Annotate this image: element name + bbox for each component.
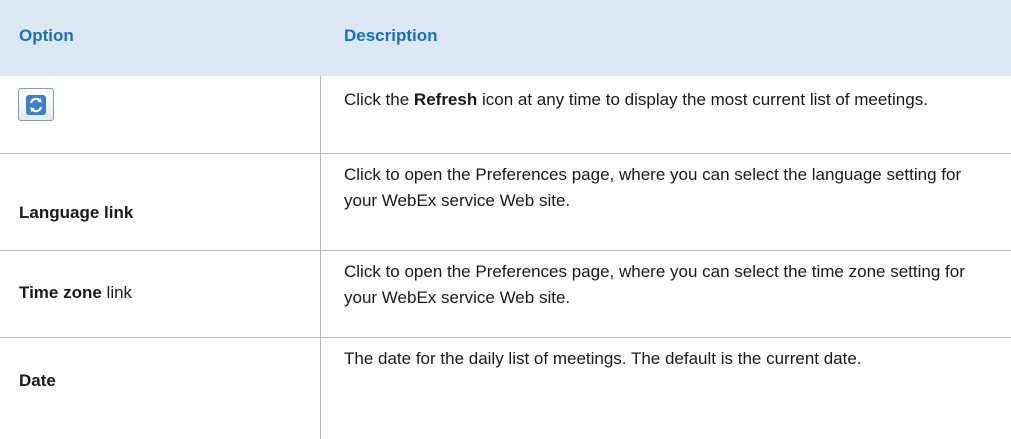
link-word: link	[101, 283, 133, 302]
header-description: Description	[344, 26, 438, 45]
row-description: Click to open the Preferences page, wher…	[344, 262, 965, 307]
row-divider	[0, 337, 1011, 338]
date-label: Date	[19, 371, 56, 390]
refresh-arrows-icon	[26, 94, 46, 115]
language-link-label: Language link	[19, 203, 134, 222]
row-divider	[0, 153, 1011, 154]
row-description: Click to open the Preferences page, wher…	[344, 165, 962, 210]
row-option: Time zone link	[19, 283, 132, 303]
row-divider	[0, 250, 1011, 251]
table-header: Option Description	[0, 0, 1011, 76]
time-zone-label: Time zone	[19, 283, 102, 302]
refresh-icon[interactable]	[18, 88, 54, 121]
row-option: Date	[19, 371, 56, 391]
row-description: The date for the daily list of meetings.…	[344, 349, 862, 368]
row-description: Click the Refresh icon at any time to di…	[344, 87, 984, 113]
refresh-term: Refresh	[413, 90, 478, 109]
row-option: Language link	[19, 203, 133, 223]
column-divider	[320, 76, 321, 439]
desc-text: Click the	[344, 90, 414, 109]
header-option: Option	[19, 26, 74, 45]
desc-text: icon at any time to display the most cur…	[477, 90, 928, 109]
